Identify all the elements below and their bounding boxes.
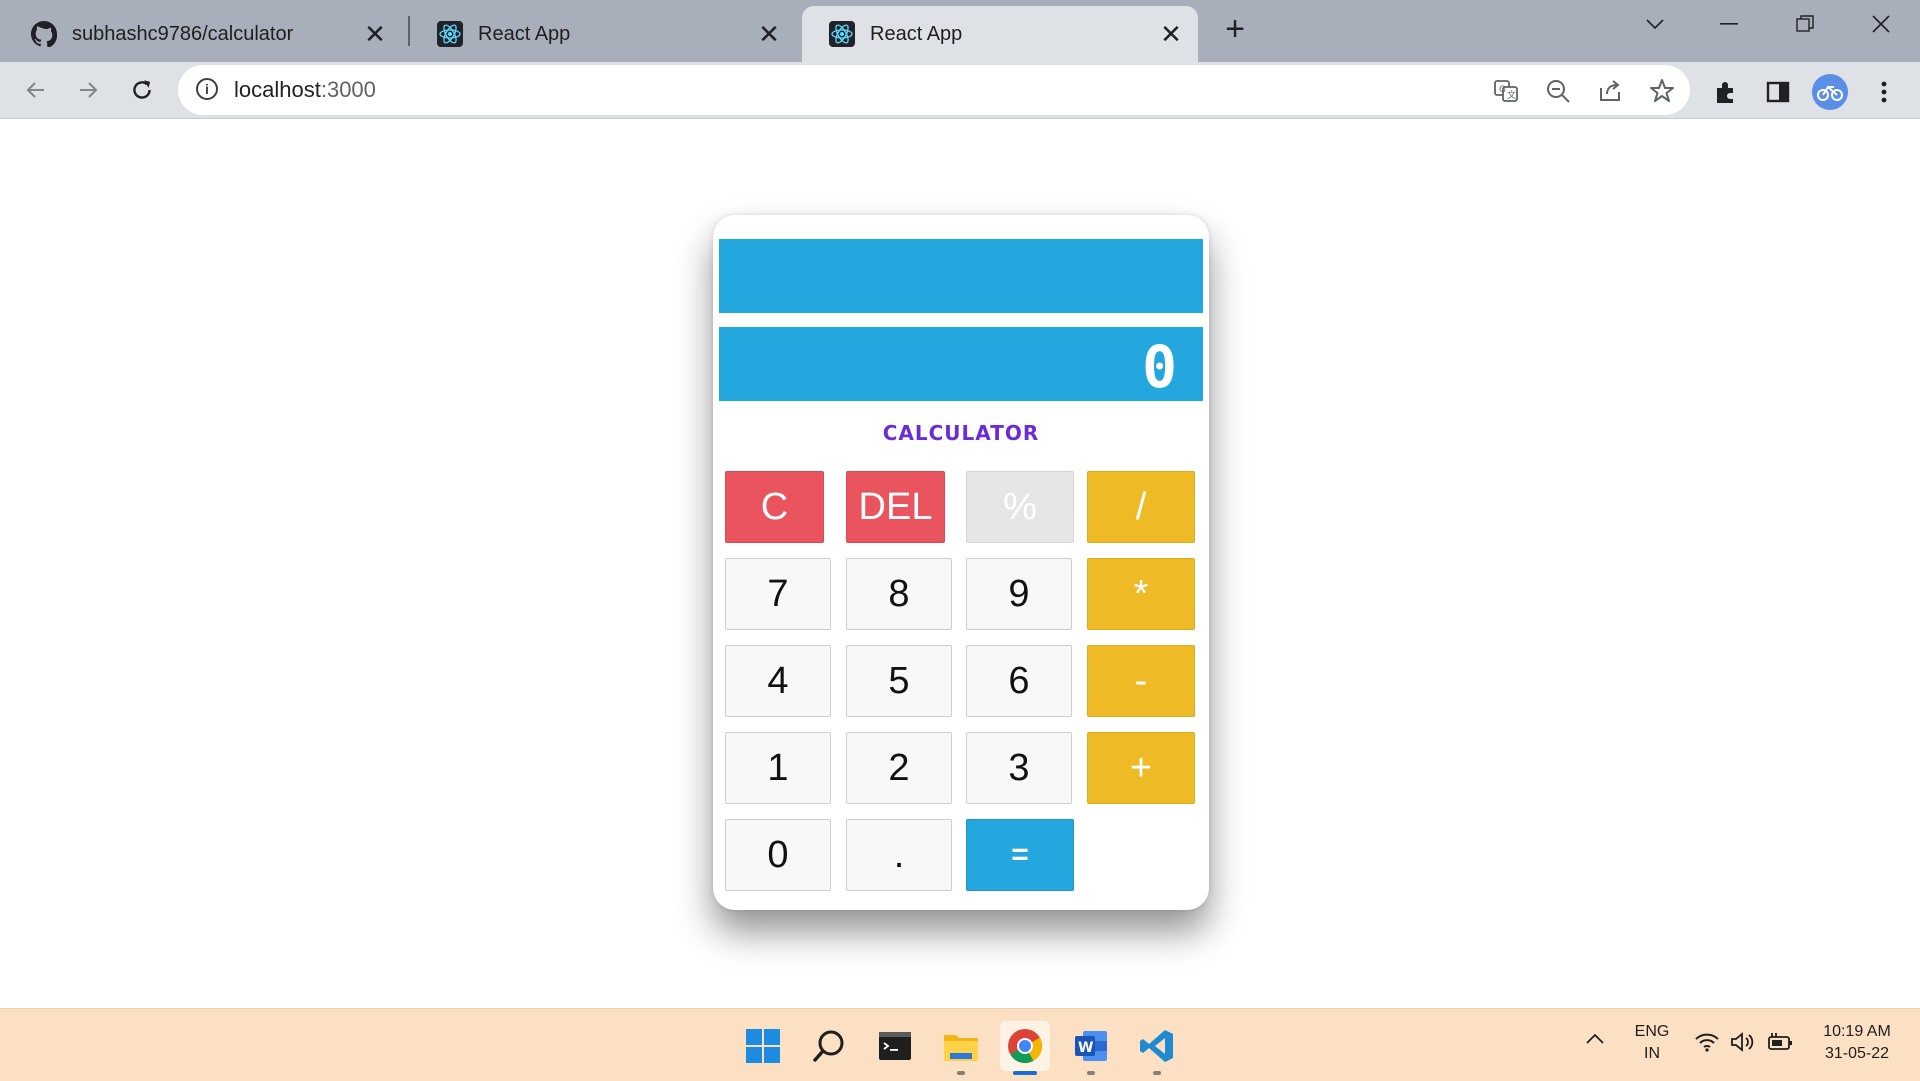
language-line-2: IN <box>1644 1045 1660 1062</box>
reload-icon[interactable] <box>120 68 164 112</box>
tab-search-icon[interactable] <box>1622 0 1688 48</box>
svg-text:G: G <box>1499 85 1506 95</box>
tab-github-calculator[interactable]: subhashc9786/calculator ✕ <box>4 6 402 62</box>
back-icon[interactable] <box>14 68 58 112</box>
close-icon[interactable]: ✕ <box>358 17 392 51</box>
clear-button[interactable]: C <box>725 471 824 543</box>
running-indicator <box>957 1071 965 1075</box>
bookmark-star-icon[interactable] <box>1644 73 1680 109</box>
percent-button[interactable]: % <box>966 471 1074 543</box>
battery-icon[interactable] <box>1766 1031 1794 1060</box>
divide-button[interactable]: / <box>1087 471 1195 543</box>
tab-title: React App <box>870 22 963 45</box>
chrome-icon[interactable] <box>1000 1021 1050 1075</box>
current-operand-value: 0 <box>1142 333 1179 401</box>
url-host: localhost <box>234 77 321 102</box>
address-bar[interactable]: i localhost:3000 G文 <box>178 65 1690 115</box>
tab-title: React App <box>478 22 571 45</box>
tab-title: subhashc9786/calculator <box>72 22 294 45</box>
close-icon[interactable]: ✕ <box>752 17 786 51</box>
digit-5-button[interactable]: 5 <box>846 645 952 717</box>
menu-kebab-icon[interactable] <box>1866 74 1902 110</box>
close-icon[interactable]: ✕ <box>1154 17 1188 51</box>
digit-9-button[interactable]: 9 <box>966 558 1072 630</box>
running-indicator <box>1153 1071 1161 1075</box>
clock-time: 10:19 AM <box>1823 1023 1891 1040</box>
terminal-icon[interactable] <box>870 1021 920 1071</box>
delete-button[interactable]: DEL <box>846 471 945 543</box>
clock[interactable]: 10:19 AM 31-05-22 <box>1808 1021 1906 1065</box>
decimal-button[interactable]: . <box>846 819 952 891</box>
input-language-indicator[interactable]: ENG IN <box>1628 1021 1676 1065</box>
new-tab-button[interactable]: + <box>1214 8 1256 50</box>
tab-react-app-active[interactable]: React App ✕ <box>802 6 1198 62</box>
calculator: 0 CALCULATOR C DEL % / 7 8 9 * 4 5 6 - 1… <box>713 215 1209 910</box>
tab-strip: subhashc9786/calculator ✕ React App ✕ Re… <box>0 0 1920 62</box>
zoom-out-icon[interactable] <box>1540 73 1576 109</box>
add-button[interactable]: + <box>1087 732 1195 804</box>
digit-1-button[interactable]: 1 <box>725 732 831 804</box>
multiply-button[interactable]: * <box>1087 558 1195 630</box>
previous-operand-display <box>719 239 1203 313</box>
svg-text:文: 文 <box>1507 89 1516 101</box>
github-icon <box>30 20 58 48</box>
profile-avatar-icon[interactable] <box>1812 74 1848 110</box>
restore-icon[interactable] <box>1772 0 1838 48</box>
digit-0-button[interactable]: 0 <box>725 819 831 891</box>
calculator-heading: CALCULATOR <box>882 421 1040 445</box>
extensions-icon[interactable] <box>1708 74 1744 110</box>
language-line-1: ENG <box>1634 1023 1670 1040</box>
show-hidden-icons-chevron-icon[interactable] <box>1584 1031 1606 1053</box>
tab-react-app[interactable]: React App ✕ <box>410 6 796 62</box>
windows-taskbar: W ENG IN 10:19 AM 31-05-22 <box>0 1008 1920 1081</box>
minimize-icon[interactable] <box>1696 0 1762 48</box>
digit-3-button[interactable]: 3 <box>966 732 1072 804</box>
digit-4-button[interactable]: 4 <box>725 645 831 717</box>
digit-6-button[interactable]: 6 <box>966 645 1072 717</box>
url-text: localhost:3000 <box>234 77 376 103</box>
active-indicator <box>1013 1071 1037 1075</box>
translate-icon[interactable]: G文 <box>1488 73 1524 109</box>
forward-icon[interactable] <box>66 68 110 112</box>
file-explorer-icon[interactable] <box>936 1021 986 1075</box>
react-icon <box>828 20 856 48</box>
word-icon[interactable]: W <box>1066 1021 1116 1075</box>
vscode-icon[interactable] <box>1132 1021 1182 1075</box>
search-icon[interactable] <box>804 1021 854 1071</box>
side-panel-icon[interactable] <box>1760 74 1796 110</box>
running-indicator <box>1087 1071 1095 1075</box>
volume-icon[interactable] <box>1730 1031 1756 1060</box>
site-info-icon[interactable]: i <box>196 78 218 100</box>
share-icon[interactable] <box>1592 73 1628 109</box>
digit-7-button[interactable]: 7 <box>725 558 831 630</box>
react-icon <box>436 20 464 48</box>
wifi-icon[interactable] <box>1694 1031 1720 1060</box>
window-close-icon[interactable] <box>1848 0 1914 48</box>
windows-start-icon[interactable] <box>738 1021 788 1071</box>
equals-button[interactable]: = <box>966 819 1074 891</box>
subtract-button[interactable]: - <box>1087 645 1195 717</box>
clock-date: 31-05-22 <box>1824 1045 1890 1062</box>
digit-8-button[interactable]: 8 <box>846 558 952 630</box>
url-port: :3000 <box>320 77 376 102</box>
current-operand-display: 0 <box>719 327 1203 401</box>
svg-text:W: W <box>1078 1040 1093 1056</box>
browser-toolbar: i localhost:3000 G文 <box>0 62 1920 119</box>
digit-2-button[interactable]: 2 <box>846 732 952 804</box>
